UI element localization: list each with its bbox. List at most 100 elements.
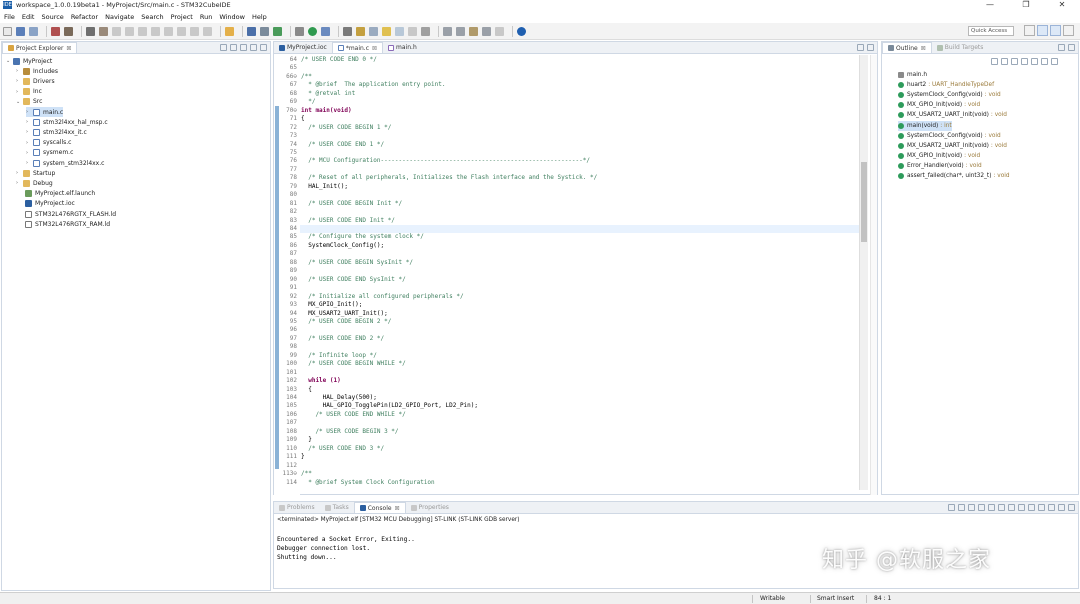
- tree-item[interactable]: ⌄ Src: [16, 97, 42, 107]
- pen-icon[interactable]: [356, 26, 365, 36]
- tab-console[interactable]: Console ⊠: [353, 502, 406, 513]
- debug-perspective-icon[interactable]: [1063, 25, 1074, 36]
- hide-non-public-icon[interactable]: [1021, 58, 1028, 65]
- device-config-perspective-icon[interactable]: [1050, 25, 1061, 36]
- tree-item[interactable]: › Drivers: [16, 76, 55, 86]
- pilcrow-icon[interactable]: [421, 26, 430, 36]
- collapse-arrow-icon[interactable]: ›: [16, 78, 23, 84]
- maximize-view-icon[interactable]: [1068, 504, 1075, 511]
- save-icon[interactable]: [16, 26, 25, 36]
- tab-tasks[interactable]: Tasks: [320, 502, 354, 513]
- step-return-icon[interactable]: [190, 26, 199, 36]
- info-icon[interactable]: [517, 26, 526, 36]
- tab-problems[interactable]: Problems: [274, 502, 320, 513]
- code-line[interactable]: /* USER CODE BEGIN Init */: [301, 200, 402, 208]
- open-perspective-icon[interactable]: [1024, 25, 1035, 36]
- tab-project-explorer[interactable]: Project Explorer ⊠: [2, 42, 78, 53]
- minimize-button[interactable]: —: [972, 0, 1008, 10]
- block-selection-icon[interactable]: [408, 26, 417, 36]
- last-edit-icon[interactable]: [469, 26, 478, 36]
- outline-item[interactable]: MX_GPIO_Init(void): void: [898, 151, 980, 161]
- collapse-arrow-icon[interactable]: ›: [16, 180, 23, 186]
- clear-console-icon[interactable]: [978, 504, 985, 511]
- menu-window[interactable]: Window: [219, 13, 245, 21]
- tab-properties[interactable]: Properties: [406, 502, 454, 513]
- collapse-arrow-icon[interactable]: ›: [26, 119, 33, 125]
- word-wrap-icon[interactable]: [998, 504, 1005, 511]
- tab-main-h[interactable]: main.h: [383, 42, 422, 53]
- outline-item[interactable]: huart2: UART_HandleTypeDef: [898, 80, 994, 90]
- expand-arrow-icon[interactable]: ⌄: [6, 58, 13, 64]
- disconnect-icon[interactable]: [151, 26, 160, 36]
- tab-myproject-ioc[interactable]: MyProject.ioc: [274, 42, 332, 53]
- outline-item[interactable]: SystemClock_Config(void): void: [898, 90, 1001, 100]
- build-config-icon[interactable]: [295, 26, 304, 36]
- collapse-arrow-icon[interactable]: ›: [26, 140, 33, 146]
- terminate-icon[interactable]: [948, 504, 955, 511]
- print-icon[interactable]: [86, 26, 95, 36]
- code-line[interactable]: /**: [301, 470, 312, 478]
- view-menu-icon[interactable]: [1051, 58, 1058, 65]
- collapse-arrow-icon[interactable]: ›: [26, 109, 33, 115]
- close-button[interactable]: ✕: [1044, 0, 1080, 10]
- expand-arrow-icon[interactable]: ⌄: [16, 99, 23, 105]
- outline-item[interactable]: assert_failed(char*, uint32_t): void: [898, 171, 1010, 181]
- code-line[interactable]: * @brief System Clock Configuration: [301, 479, 434, 487]
- outline-item[interactable]: MX_GPIO_Init(void): void: [898, 100, 980, 110]
- group-includes-icon[interactable]: [1031, 58, 1038, 65]
- show-console-icon[interactable]: [1018, 504, 1025, 511]
- skip-breakpoints-icon[interactable]: [99, 26, 108, 36]
- suspend-icon[interactable]: [125, 26, 134, 36]
- view-menu-icon[interactable]: [1048, 504, 1055, 511]
- menu-project[interactable]: Project: [171, 13, 193, 21]
- code-line[interactable]: }: [301, 436, 312, 444]
- maximize-view-icon[interactable]: [1068, 44, 1075, 51]
- settings-icon[interactable]: [51, 26, 60, 36]
- mark-occurrences-icon[interactable]: [369, 26, 378, 36]
- back-icon[interactable]: [482, 26, 491, 36]
- tree-item[interactable]: › stm32l4xx_it.c: [26, 127, 87, 137]
- remove-all-icon[interactable]: [968, 504, 975, 511]
- maximize-view-icon[interactable]: [867, 44, 874, 51]
- code-line[interactable]: /* Reset of all peripherals, Initializes…: [301, 174, 597, 182]
- highlight-icon[interactable]: [382, 26, 391, 36]
- code-line[interactable]: {: [301, 386, 312, 394]
- code-line[interactable]: /* USER CODE BEGIN SysInit */: [301, 259, 413, 267]
- menu-refactor[interactable]: Refactor: [71, 13, 98, 21]
- link-editor-icon[interactable]: [230, 44, 237, 51]
- code-line[interactable]: /* USER CODE BEGIN 1 */: [301, 124, 391, 132]
- code-line[interactable]: SystemClock_Config();: [301, 242, 384, 250]
- code-line[interactable]: MX_GPIO_Init();: [301, 301, 362, 309]
- terminate-icon[interactable]: [138, 26, 147, 36]
- resume-icon[interactable]: [112, 26, 121, 36]
- c-cpp-perspective-icon[interactable]: [1037, 25, 1048, 36]
- tree-item[interactable]: › Startup: [16, 168, 55, 178]
- code-line[interactable]: /* Initialize all configured peripherals…: [301, 293, 463, 301]
- menu-edit[interactable]: Edit: [22, 13, 35, 21]
- minimize-view-icon[interactable]: [1058, 504, 1065, 511]
- build-icon[interactable]: [64, 26, 73, 36]
- sort-icon[interactable]: [991, 58, 998, 65]
- maximize-view-icon[interactable]: [260, 44, 267, 51]
- minimize-view-icon[interactable]: [250, 44, 257, 51]
- code-line[interactable]: HAL_Delay(500);: [301, 394, 377, 402]
- collapse-arrow-icon[interactable]: ›: [26, 129, 33, 135]
- tree-item[interactable]: › Debug: [16, 178, 53, 188]
- tab-build-targets[interactable]: Build Targets: [932, 42, 989, 53]
- pin-console-icon[interactable]: [1008, 504, 1015, 511]
- collapse-arrow-icon[interactable]: ›: [16, 89, 23, 95]
- tab-main-c[interactable]: *main.c ⊠: [331, 42, 384, 53]
- tree-item[interactable]: STM32L476RGTX_FLASH.ld: [18, 209, 116, 219]
- code-line[interactable]: /* USER CODE END 2 */: [301, 335, 384, 343]
- remove-launch-icon[interactable]: [958, 504, 965, 511]
- collapse-all-icon[interactable]: [220, 44, 227, 51]
- quick-access-input[interactable]: Quick Access: [968, 26, 1014, 36]
- menu-search[interactable]: Search: [141, 13, 163, 21]
- code-line[interactable]: */: [301, 98, 315, 106]
- maximize-button[interactable]: ❐: [1008, 0, 1044, 10]
- editor-vertical-scrollbar[interactable]: [859, 55, 868, 490]
- open-folder-icon[interactable]: [225, 26, 234, 36]
- code-line[interactable]: /* USER CODE BEGIN WHILE */: [301, 360, 406, 368]
- minimize-view-icon[interactable]: [1058, 44, 1065, 51]
- hide-static-icon[interactable]: [1011, 58, 1018, 65]
